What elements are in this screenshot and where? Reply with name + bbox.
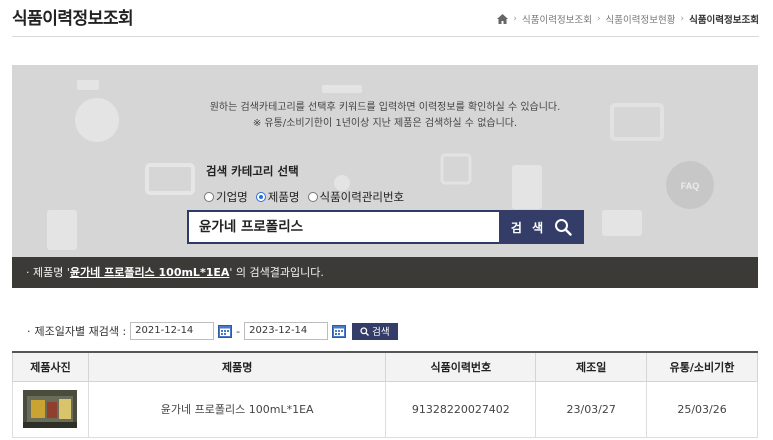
result-term: 윤가네 프로폴리스 100mL*1EA: [69, 266, 230, 279]
bullet: ·: [26, 266, 30, 279]
notice-line: 원하는 검색카테고리를 선택후 키워드를 입력하면 이력정보를 확인하실 수 있…: [209, 102, 561, 113]
radio-product-name[interactable]: 제품명: [255, 189, 300, 205]
page-title: 식품이력정보조회: [12, 9, 134, 29]
date-separator: -: [236, 324, 241, 338]
calendar-icon[interactable]: [218, 324, 233, 338]
home-icon[interactable]: [497, 14, 509, 24]
bullet: ·: [27, 324, 31, 338]
category-label: 검색 카테고리 선택: [206, 164, 299, 178]
search-icon: [555, 219, 572, 236]
search-result-summary: · 제품명 '윤가네 프로폴리스 100mL*1EA' 의 검색결과입니다.: [12, 257, 758, 288]
search-icon: [360, 326, 370, 336]
column-header: 제품명: [87, 351, 387, 382]
column-header: 제조일: [535, 351, 648, 382]
result-suffix: ' 의 검색결과입니다.: [229, 266, 324, 279]
category-radio-group: 기업명 제품명 식품이력관리번호: [204, 189, 404, 205]
table-row[interactable]: 윤가네 프로폴리스 100mL*1EA 91328220027402 23/03…: [12, 380, 758, 438]
product-name-cell[interactable]: 윤가네 프로폴리스 100mL*1EA: [87, 380, 387, 438]
start-date-input[interactable]: 2021-12-14: [130, 322, 215, 340]
search-banner: FAQ 원하는 검색카테고리를 선택후 키워드를 입력하면 이력정보를 확인하실…: [12, 65, 758, 288]
product-thumbnail[interactable]: [23, 390, 78, 428]
title-divider: [12, 36, 759, 37]
breadcrumb-item[interactable]: 식품이력정보현황: [606, 12, 676, 26]
result-prefix: 제품명 ': [33, 266, 70, 279]
radio-company-name[interactable]: 기업명: [204, 189, 248, 205]
breadcrumb: › 식품이력정보조회 › 식품이력정보현황 › 식품이력정보조회: [497, 12, 759, 26]
radio-label: 제품명: [267, 190, 300, 204]
date-search-button[interactable]: 검색: [352, 322, 398, 340]
date-search-label: 검색: [372, 327, 390, 338]
date-filter: · 제조일자별 재검색 : 2021-12-14 - 2023-12-14 검색: [27, 322, 398, 340]
search-button-label: 검 색: [510, 220, 547, 235]
keyword-search-input[interactable]: 윤가네 프로폴리스: [187, 210, 511, 244]
decorative-background-icons: FAQ: [47, 80, 714, 250]
expiry-date-cell: 25/03/26: [646, 380, 758, 438]
end-date-input[interactable]: 2023-12-14: [244, 322, 329, 340]
breadcrumb-current: 식품이력정보조회: [689, 15, 759, 26]
svg-text:FAQ: FAQ: [681, 181, 700, 191]
chevron-right-icon: ›: [596, 14, 601, 24]
product-photo-cell: [12, 380, 89, 438]
radio-button[interactable]: [255, 192, 266, 202]
trace-number-cell[interactable]: 91328220027402: [385, 380, 537, 438]
search-button[interactable]: 검 색: [499, 210, 584, 244]
manufacture-date-cell: 23/03/27: [535, 380, 648, 438]
breadcrumb-item[interactable]: 식품이력정보조회: [522, 12, 592, 26]
notice-line: ※ 유통/소비기한이 1년이상 지난 제품은 검색하실 수 없습니다.: [252, 118, 518, 129]
radio-label: 기업명: [216, 190, 248, 204]
column-header: 식품이력번호: [385, 351, 537, 382]
chevron-right-icon: ›: [513, 14, 518, 24]
table-header-row: 제품사진 제품명 식품이력번호 제조일 유통/소비기한: [12, 351, 758, 382]
calendar-icon[interactable]: [332, 324, 347, 338]
column-header: 제품사진: [12, 351, 89, 382]
radio-trace-number[interactable]: 식품이력관리번호: [307, 189, 405, 205]
radio-button[interactable]: [307, 192, 318, 202]
date-filter-label: 제조일자별 재검색 :: [34, 325, 127, 338]
result-table: 제품사진 제품명 식품이력번호 제조일 유통/소비기한 윤가네 프로폴리스 10…: [12, 351, 758, 438]
radio-label: 식품이력관리번호: [319, 190, 405, 204]
chevron-right-icon: ›: [680, 14, 685, 24]
search-notice: 원하는 검색카테고리를 선택후 키워드를 입력하면 이력정보를 확인하실 수 있…: [12, 100, 758, 132]
radio-button[interactable]: [204, 192, 214, 202]
column-header: 유통/소비기한: [646, 351, 758, 382]
